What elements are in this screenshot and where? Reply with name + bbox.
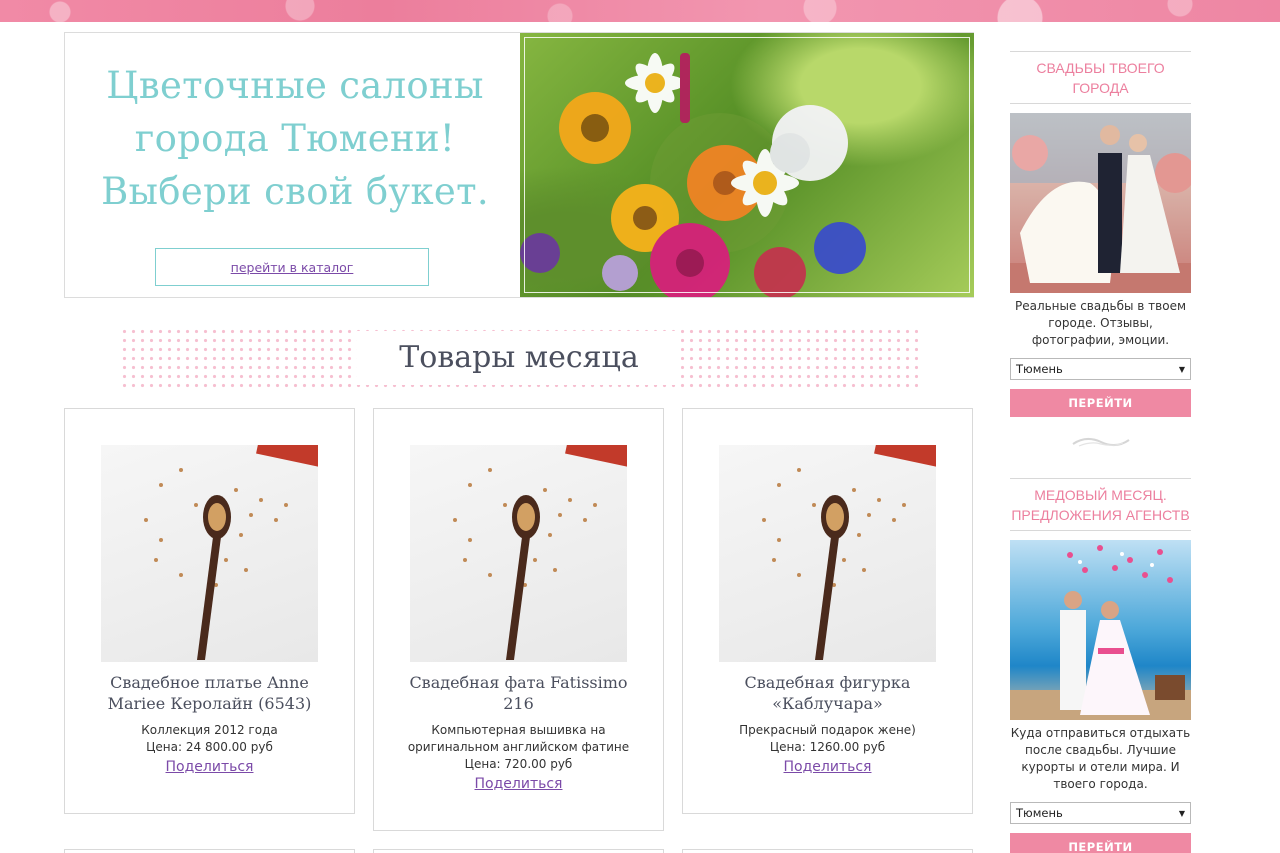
product-price: Цена: 1260.00 руб xyxy=(769,740,886,754)
product-name[interactable]: Свадебная фата Fatissimo 216 xyxy=(374,672,663,714)
city-select-value: Тюмень xyxy=(1016,362,1063,376)
product-card[interactable]: Свадебное платье Anne Mariee Керолайн (6… xyxy=(64,408,355,814)
product-image[interactable] xyxy=(719,445,936,662)
hero-banner: Цветочные салоны города Тюмени! Выбери с… xyxy=(64,32,974,298)
wedding-couple-image[interactable] xyxy=(1010,113,1191,293)
product-image[interactable] xyxy=(101,445,318,662)
share-link[interactable]: Поделиться xyxy=(784,758,872,777)
city-select[interactable]: Тюмень ▼ xyxy=(1010,358,1191,380)
widget-title: МЕДОВЫЙ МЕСЯЦ. ПРЕДЛОЖЕНИЯ АГЕНСТВ xyxy=(1010,478,1191,531)
honeymoon-photo-illustration xyxy=(1010,545,1191,720)
header-decorative-band xyxy=(0,0,1280,22)
widget-title: СВАДЬБЫ ТВОЕГО ГОРОДА xyxy=(1010,51,1191,104)
dropdown-arrow-icon: ▼ xyxy=(1178,364,1185,374)
share-link[interactable]: Поделиться xyxy=(475,775,563,794)
go-button[interactable]: ПЕРЕЙТИ xyxy=(1010,389,1191,417)
next-row-card-edge xyxy=(64,849,355,853)
product-description: Компьютерная вышивка на оригинальном анг… xyxy=(407,723,630,754)
widget-description: Реальные свадьбы в твоем городе. Отзывы,… xyxy=(1014,299,1187,347)
section-title: Товары месяца xyxy=(357,331,681,385)
wedding-photo-illustration xyxy=(1010,113,1191,293)
hero-title: Цветочные салоны города Тюмени! Выбери с… xyxy=(85,59,505,218)
honeymoon-couple-image[interactable] xyxy=(1010,540,1191,720)
product-card[interactable]: Свадебная фигурка «Каблучара» Прекрасный… xyxy=(682,408,973,814)
photo-frame xyxy=(524,37,970,293)
city-select[interactable]: Тюмень ▼ xyxy=(1010,802,1191,824)
product-image[interactable] xyxy=(410,445,627,662)
flower-bouquet-image xyxy=(520,33,974,297)
city-select-value: Тюмень xyxy=(1016,806,1063,820)
section-heading-banner: Товары месяца xyxy=(120,327,918,389)
sidebar-widget-weddings: СВАДЬБЫ ТВОЕГО ГОРОДА Реальные свадьбы в… xyxy=(1010,51,1191,465)
share-link[interactable]: Поделиться xyxy=(166,758,254,777)
hero-title-line-3: Выбери свой букет. xyxy=(101,170,489,213)
product-description: Коллекция 2012 года xyxy=(141,723,278,737)
product-name[interactable]: Свадебная фигурка «Каблучара» xyxy=(683,672,972,714)
ornament-divider-icon xyxy=(1071,438,1130,447)
product-card[interactable]: Свадебная фата Fatissimo 216 Компьютерна… xyxy=(373,408,664,831)
product-name[interactable]: Свадебное платье Anne Mariee Керолайн (6… xyxy=(65,672,354,714)
hero-title-line-2: города Тюмени! xyxy=(134,117,456,160)
product-price: Цена: 720.00 руб xyxy=(464,757,573,771)
spoon-image xyxy=(762,468,906,660)
sidebar-widget-honeymoon: МЕДОВЫЙ МЕСЯЦ. ПРЕДЛОЖЕНИЯ АГЕНСТВ Куда … xyxy=(1010,478,1191,853)
spoon-image xyxy=(144,468,288,660)
next-row-card-edge xyxy=(682,849,973,853)
catalog-link-button[interactable]: перейти в каталог xyxy=(155,248,429,286)
next-row-card-edge xyxy=(373,849,664,853)
product-description: Прекрасный подарок жене) xyxy=(739,723,916,737)
go-button[interactable]: ПЕРЕЙТИ xyxy=(1010,833,1191,853)
dropdown-arrow-icon: ▼ xyxy=(1178,808,1185,818)
spoon-image xyxy=(453,468,597,660)
hero-title-line-1: Цветочные салоны xyxy=(106,64,484,107)
product-price: Цена: 24 800.00 руб xyxy=(146,740,273,754)
widget-description: Куда отправиться отдыхать после свадьбы.… xyxy=(1010,726,1191,791)
